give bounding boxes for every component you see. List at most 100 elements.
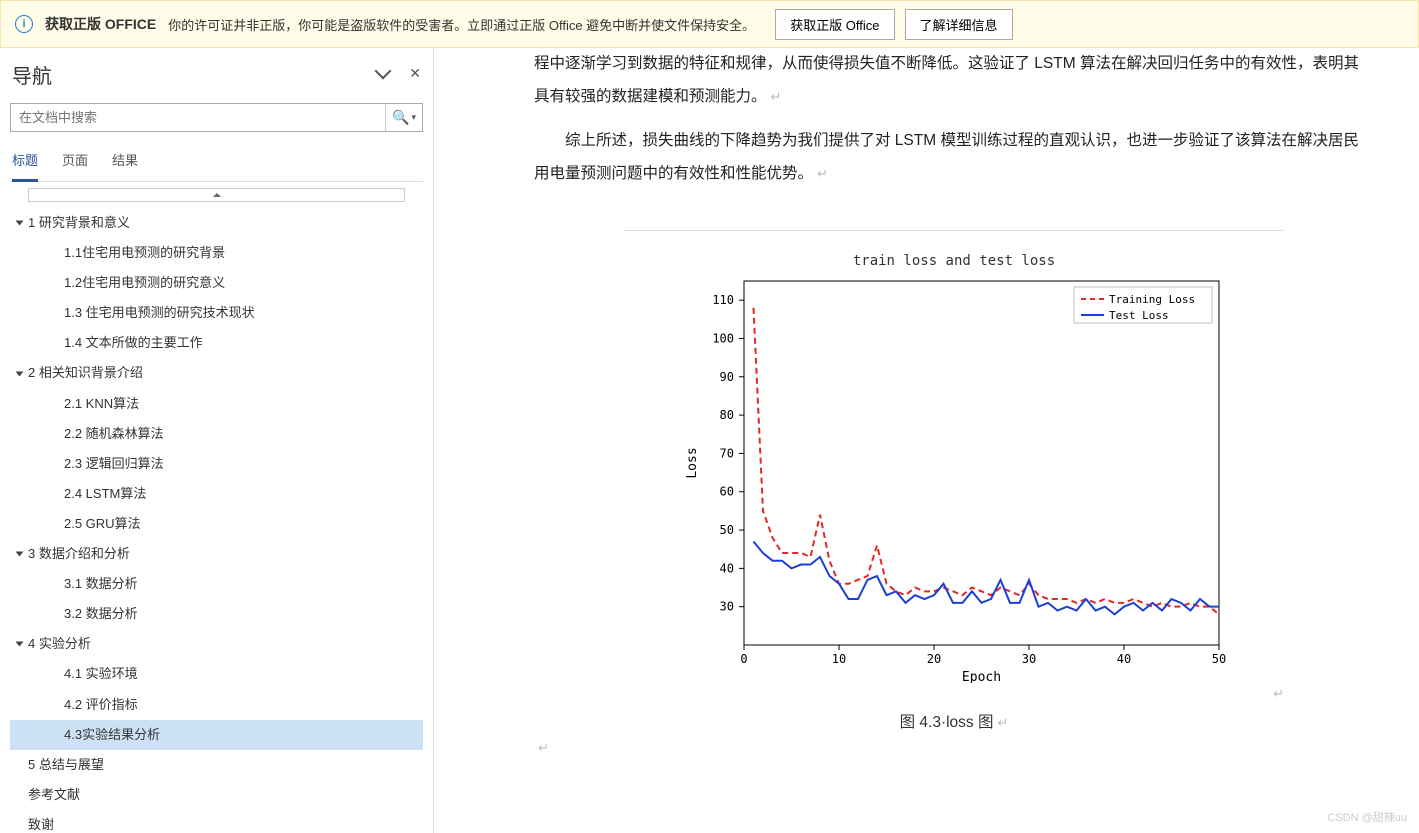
outline-label: 2.3 逻辑回归算法: [64, 453, 164, 475]
svg-text:Training Loss: Training Loss: [1109, 293, 1195, 306]
outline-label: 致谢: [28, 814, 54, 833]
search-input[interactable]: [11, 104, 385, 131]
outline-label: 1.2住宅用电预测的研究意义: [64, 272, 225, 294]
outline-item[interactable]: 致谢: [10, 810, 423, 833]
search-icon: 🔍: [392, 109, 409, 126]
outline-label: 1 研究背景和意义: [28, 212, 130, 234]
paragraph: 综上所述，损失曲线的下降趋势为我们提供了对 LSTM 模型训练过程的直观认识，也…: [534, 125, 1364, 190]
paragraph-mark-icon: ↵: [817, 166, 828, 181]
banner-text: 你的许可证并非正版，你可能是盗版软件的受害者。立即通过正版 Office 避免中…: [168, 15, 755, 34]
paragraph-mark-icon: ↵: [771, 89, 782, 104]
tab-headings[interactable]: 标题: [12, 146, 38, 182]
svg-text:50: 50: [1212, 652, 1226, 666]
svg-text:50: 50: [720, 523, 734, 537]
svg-text:0: 0: [740, 652, 747, 666]
paragraph-mark-icon: ↵: [997, 715, 1008, 730]
svg-text:Epoch: Epoch: [962, 670, 1001, 683]
document-area[interactable]: 程中逐渐学习到数据的特征和规律，从而使得损失值不断降低。这验证了 LSTM 算法…: [434, 48, 1419, 833]
figure-caption: 图 4.3·loss 图↵: [624, 710, 1284, 732]
tab-pages[interactable]: 页面: [62, 146, 88, 181]
outline-label: 2.1 KNN算法: [64, 393, 139, 415]
paragraph-mark-icon: ↵: [1273, 686, 1284, 702]
outline-label: 1.1住宅用电预测的研究背景: [64, 242, 225, 264]
outline-label: 4 实验分析: [28, 633, 91, 655]
outline-tree: 1 研究背景和意义 1.1住宅用电预测的研究背景 1.2住宅用电预测的研究意义 1.3…: [10, 206, 423, 833]
outline-item[interactable]: 1.3 住宅用电预测的研究技术现状: [10, 298, 423, 328]
outline-item[interactable]: 1 研究背景和意义: [10, 208, 423, 238]
loss-chart: 30 40 50 60 70 80 90 100 110 0 10 20 30 40 50 Epoch Loss…: [674, 273, 1234, 683]
svg-text:100: 100: [712, 332, 734, 346]
outline-item[interactable]: 2.4 LSTM算法: [10, 479, 423, 509]
outline-item[interactable]: 4 实验分析: [10, 629, 423, 659]
outline-item[interactable]: 1.4 文本所做的主要工作: [10, 328, 423, 358]
outline-item[interactable]: 3.1 数据分析: [10, 569, 423, 599]
outline-label: 4.1 实验环境: [64, 663, 138, 685]
triangle-down-icon[interactable]: [16, 552, 24, 557]
svg-text:40: 40: [1117, 652, 1131, 666]
outline-label: 4.2 评价指标: [64, 694, 138, 716]
outline-item[interactable]: 2.2 随机森林算法: [10, 419, 423, 449]
document-body: 程中逐渐学习到数据的特征和规律，从而使得损失值不断降低。这验证了 LSTM 算法…: [534, 48, 1364, 190]
triangle-down-icon[interactable]: [16, 642, 24, 647]
outline-label: 3.2 数据分析: [64, 603, 138, 625]
outline-item[interactable]: 5 总结与展望: [10, 750, 423, 780]
outline-item[interactable]: 2 相关知识背景介绍: [10, 358, 423, 388]
close-icon[interactable]: ✕: [409, 65, 421, 84]
chevron-down-icon[interactable]: [377, 65, 389, 84]
chevron-down-icon: ▾: [411, 112, 416, 123]
outline-item[interactable]: 4.3实验结果分析: [10, 720, 423, 750]
svg-text:80: 80: [720, 408, 734, 422]
collapse-all-button[interactable]: [28, 188, 405, 202]
svg-text:Loss: Loss: [685, 448, 700, 479]
paragraph-mark-icon: ↵: [538, 740, 549, 755]
triangle-down-icon[interactable]: [16, 221, 24, 226]
svg-text:110: 110: [712, 293, 734, 307]
search-button[interactable]: 🔍 ▾: [385, 104, 422, 131]
outline-item[interactable]: 2.5 GRU算法: [10, 509, 423, 539]
outline-label: 1.4 文本所做的主要工作: [64, 332, 203, 354]
svg-text:20: 20: [927, 652, 941, 666]
outline-label: 3.1 数据分析: [64, 573, 138, 595]
outline-item[interactable]: 3 数据介绍和分析: [10, 539, 423, 569]
outline-item[interactable]: 参考文献: [10, 780, 423, 810]
search-box: 🔍 ▾: [10, 103, 423, 132]
outline-label: 2.5 GRU算法: [64, 513, 141, 535]
info-icon: i: [15, 15, 33, 33]
outline-item[interactable]: 2.3 逻辑回归算法: [10, 449, 423, 479]
outline-label: 5 总结与展望: [28, 754, 104, 776]
chart-figure: train loss and test loss 304050607080901…: [624, 230, 1284, 732]
svg-text:Test Loss: Test Loss: [1109, 309, 1169, 322]
outline-label: 参考文献: [28, 784, 80, 806]
watermark: CSDN @甜辣uu: [1327, 809, 1407, 825]
outline-label: 2.4 LSTM算法: [64, 483, 146, 505]
tab-results[interactable]: 结果: [112, 146, 138, 181]
outline-item[interactable]: 4.2 评价指标: [10, 690, 423, 720]
outline-label: 4.3实验结果分析: [64, 724, 160, 746]
svg-text:30: 30: [720, 600, 734, 614]
nav-title: 导航: [12, 60, 52, 89]
nav-tabs: 标题 页面 结果: [10, 146, 423, 182]
chevron-up-icon: [213, 193, 221, 197]
paragraph: 程中逐渐学习到数据的特征和规律，从而使得损失值不断降低。这验证了 LSTM 算法…: [534, 48, 1364, 113]
svg-text:90: 90: [720, 370, 734, 384]
outline-label: 1.3 住宅用电预测的研究技术现状: [64, 302, 255, 324]
navigation-pane: 导航 ✕ 🔍 ▾ 标题 页面 结果 1 研究背景和意义 1.1住宅用电预测的研究背…: [0, 48, 434, 833]
svg-text:10: 10: [832, 652, 846, 666]
svg-text:70: 70: [720, 447, 734, 461]
outline-item[interactable]: 2.1 KNN算法: [10, 389, 423, 419]
outline-item[interactable]: 4.1 实验环境: [10, 659, 423, 689]
get-office-button[interactable]: 获取正版 Office: [775, 9, 894, 40]
learn-more-button[interactable]: 了解详细信息: [905, 9, 1013, 40]
outline-label: 2.2 随机森林算法: [64, 423, 164, 445]
outline-label: 2 相关知识背景介绍: [28, 362, 143, 384]
svg-text:60: 60: [720, 485, 734, 499]
banner-title: 获取正版 OFFICE: [45, 14, 156, 34]
triangle-down-icon[interactable]: [16, 371, 24, 376]
outline-label: 3 数据介绍和分析: [28, 543, 130, 565]
svg-text:30: 30: [1022, 652, 1036, 666]
outline-item[interactable]: 3.2 数据分析: [10, 599, 423, 629]
outline-item[interactable]: 1.1住宅用电预测的研究背景: [10, 238, 423, 268]
outline-item[interactable]: 1.2住宅用电预测的研究意义: [10, 268, 423, 298]
banner: i 获取正版 OFFICE 你的许可证并非正版，你可能是盗版软件的受害者。立即通…: [0, 0, 1419, 48]
svg-text:40: 40: [720, 562, 734, 576]
